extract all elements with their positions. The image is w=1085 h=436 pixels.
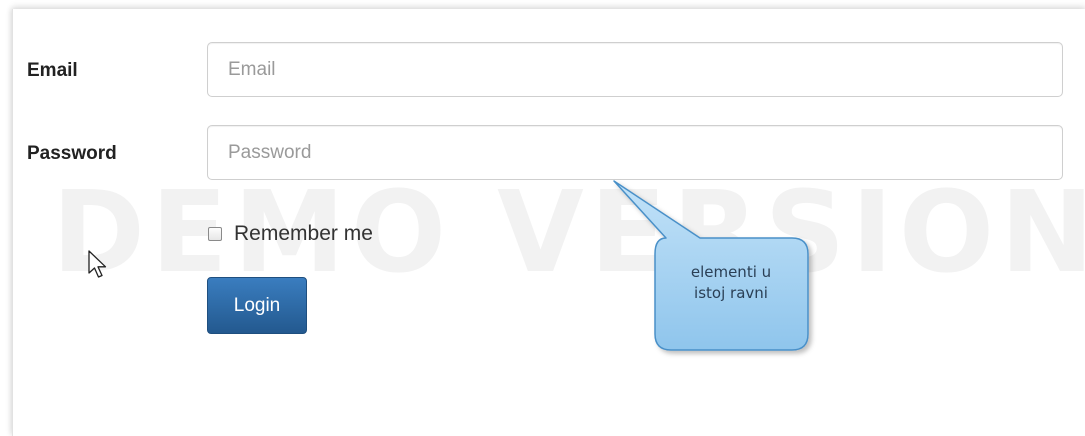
login-button[interactable]: Login xyxy=(207,277,307,334)
password-field[interactable] xyxy=(207,125,1063,180)
callout-text: elementi u istoj ravni xyxy=(656,262,806,304)
password-label: Password xyxy=(27,143,117,164)
callout-line-1: elementi u xyxy=(690,263,772,281)
arrow-pointer-icon xyxy=(88,250,107,278)
remember-me-label: Remember me xyxy=(234,222,373,245)
email-field[interactable] xyxy=(207,42,1063,97)
email-label: Email xyxy=(27,60,78,81)
remember-me-option[interactable]: Remember me xyxy=(208,222,373,246)
callout-line-2: istoj ravni xyxy=(694,284,768,302)
remember-me-checkbox[interactable] xyxy=(208,227,222,241)
